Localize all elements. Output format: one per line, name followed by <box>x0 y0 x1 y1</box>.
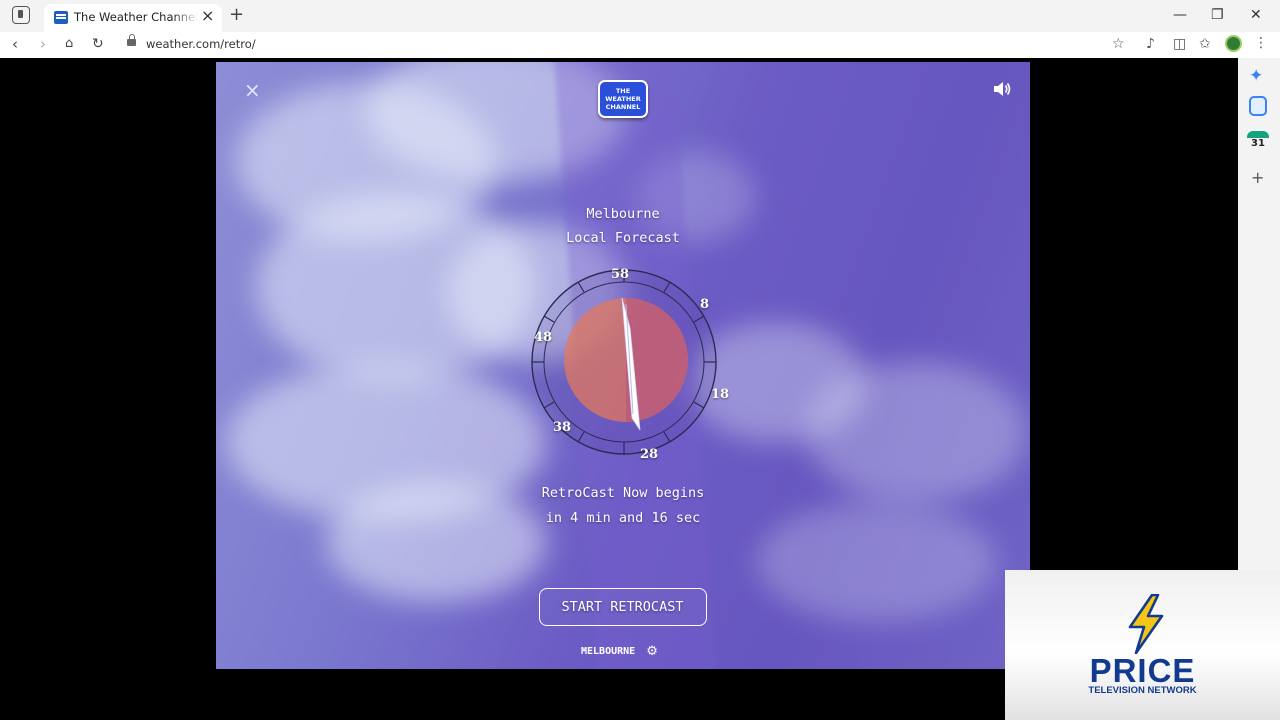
network-watermark: PRICE Television Network <box>1005 570 1280 720</box>
dial-label-18: 18 <box>711 387 730 402</box>
dial-label-8: 8 <box>700 297 710 312</box>
forward-icon[interactable]: › <box>40 35 46 53</box>
add-sidebar-app-icon[interactable]: + <box>1251 168 1264 187</box>
tab-weather-channel[interactable]: The Weather Channel - RetroCast × <box>44 4 222 32</box>
dial-graphic <box>531 269 717 455</box>
profile-avatar[interactable] <box>1225 35 1242 52</box>
city-name: Melbourne <box>586 206 660 222</box>
start-retrocast-label: START RETROCAST <box>561 599 684 615</box>
refresh-icon[interactable]: ↻ <box>92 35 104 53</box>
settings-menu-icon[interactable]: ⋮ <box>1254 34 1268 52</box>
countdown-text-line2: in 4 min and 16 sec <box>545 510 701 526</box>
countdown-dial: 58 8 18 28 38 48 <box>516 264 736 464</box>
dial-label-38: 38 <box>553 420 572 435</box>
volume-icon[interactable] <box>992 80 1012 98</box>
forecast-subtitle: Local Forecast <box>566 230 680 246</box>
new-tab-button[interactable]: + <box>229 5 244 25</box>
restore-button[interactable]: ❐ <box>1211 6 1224 24</box>
cloud <box>806 362 1026 502</box>
calendar-day: 31 <box>1251 138 1265 149</box>
favorite-star-icon[interactable]: ☆ <box>1112 36 1125 52</box>
phone-link-icon[interactable] <box>1249 96 1267 116</box>
browser-toolbar: ‹ › ⌂ ↻ weather.com/retro/ ☆ ♪ ◫ ✩ ⋮ <box>0 32 1280 58</box>
home-icon[interactable]: ⌂ <box>65 35 73 53</box>
close-window-button[interactable]: ✕ <box>1250 6 1262 24</box>
location-selector[interactable]: MELBOURNE ⚙ <box>581 639 658 659</box>
gear-icon[interactable]: ⚙ <box>646 644 658 659</box>
tab-close-icon[interactable]: × <box>201 7 214 25</box>
retrocast-player: × THE WEATHER CHANNEL Melbourne Local Fo… <box>216 62 1030 669</box>
favorites-icon[interactable]: ✩ <box>1199 36 1211 52</box>
dial-label-28: 28 <box>640 447 659 462</box>
dial-label-58: 58 <box>611 267 630 282</box>
countdown-text-line1: RetroCast Now begins <box>541 485 705 501</box>
tab-title: The Weather Channel - RetroCast <box>74 10 198 24</box>
calendar-icon[interactable]: 31 <box>1247 131 1269 153</box>
tab-actions-icon[interactable] <box>12 6 30 24</box>
lightning-bolt-icon <box>1128 594 1164 654</box>
weather-channel-logo: THE WEATHER CHANNEL <box>598 80 648 118</box>
lock-icon[interactable] <box>127 34 136 46</box>
read-aloud-icon[interactable]: ♪ <box>1146 36 1155 52</box>
close-icon[interactable]: × <box>244 80 261 100</box>
minimize-button[interactable]: — <box>1173 6 1187 24</box>
copilot-icon[interactable]: ✦ <box>1249 66 1263 86</box>
back-icon[interactable]: ‹ <box>12 35 18 53</box>
calendar-header <box>1247 131 1269 138</box>
tab-bar: The Weather Channel - RetroCast × + — ❐ … <box>0 0 1280 32</box>
network-tagline: Television Network <box>1088 685 1197 696</box>
location-label: MELBOURNE <box>581 646 636 657</box>
split-screen-icon[interactable]: ◫ <box>1173 36 1186 52</box>
weather-favicon-icon <box>54 11 68 24</box>
logo-text: THE WEATHER CHANNEL <box>605 87 641 111</box>
start-retrocast-button[interactable]: START RETROCAST <box>539 588 707 626</box>
address-bar[interactable]: weather.com/retro/ <box>146 37 256 51</box>
dial-label-48: 48 <box>534 330 553 345</box>
